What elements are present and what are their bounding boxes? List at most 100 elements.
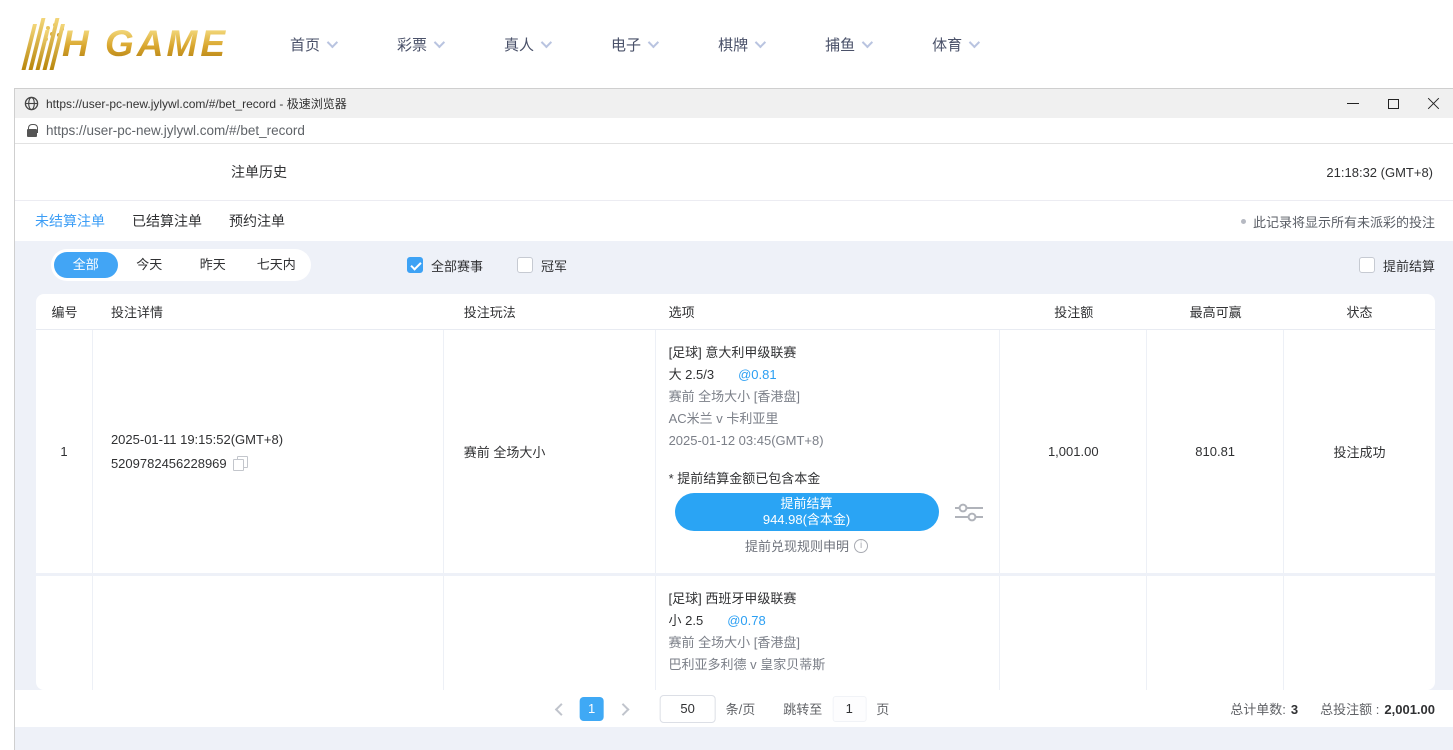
tabs-row: 未结算注单 已结算注单 预约注单 此记录将显示所有未派彩的投注 <box>15 201 1453 241</box>
row-number: 1 <box>36 330 93 573</box>
range-today-button[interactable]: 今天 <box>118 252 182 278</box>
chevron-down-icon <box>648 37 659 48</box>
info-icon[interactable] <box>854 539 868 553</box>
nav-item-home[interactable]: 首页 <box>290 34 335 55</box>
minimize-button[interactable] <box>1333 89 1373 118</box>
footer-bar: 1 条/页 跳转至 页 总计单数: 3 总投注额 :2,001.00 <box>15 690 1453 727</box>
col-number: 编号 <box>36 302 93 321</box>
match-teams: 巴利亚多利德 v 皇家贝蒂斯 <box>669 654 1000 676</box>
selection: 小 2.5 <box>669 613 704 628</box>
selection-line: 大 2.5/3 @0.81 <box>669 364 1000 386</box>
champion-checkbox[interactable]: 冠军 <box>517 256 567 275</box>
browser-urlbar[interactable]: https://user-pc-new.jylywl.com/#/bet_rec… <box>15 118 1453 144</box>
col-amount: 投注额 <box>1000 302 1147 321</box>
market-type: 赛前 全场大小 [香港盘] <box>669 632 1000 654</box>
status-badge: 投注成功 <box>1284 330 1435 573</box>
cashout-rule-link[interactable]: 提前兑现规则申明 <box>669 536 945 555</box>
window-title: https://user-pc-new.jylywl.com/#/bet_rec… <box>46 95 347 112</box>
row-number <box>36 576 93 690</box>
table-row: [足球] 西班牙甲级联赛 小 2.5@0.78 赛前 全场大小 [香港盘] 巴利… <box>36 573 1435 690</box>
cashout-rule-text: 提前兑现规则申明 <box>745 536 849 555</box>
prev-page-button[interactable] <box>552 701 568 717</box>
main-nav: 首页 彩票 真人 电子 棋牌 捕鱼 体育 <box>290 34 977 55</box>
summary-totals: 总计单数: 3 总投注额 :2,001.00 <box>1230 699 1435 718</box>
match-teams: AC米兰 v 卡利亚里 <box>669 408 1000 430</box>
play-type-cell: 赛前 全场大小 <box>444 330 656 573</box>
nav-item-slots[interactable]: 电子 <box>611 34 656 55</box>
pagination: 1 条/页 跳转至 页 <box>552 695 890 723</box>
range-all-button[interactable]: 全部 <box>54 252 118 278</box>
nav-label: 捕鱼 <box>825 34 855 55</box>
nav-label: 真人 <box>504 34 534 55</box>
chevron-down-icon <box>862 37 873 48</box>
league-name: [足球] 西班牙甲级联赛 <box>669 588 1000 610</box>
total-count-label: 总计单数: <box>1230 702 1286 717</box>
max-win: 810.81 <box>1147 330 1284 573</box>
cashout-controls: 提前结算 944.98(含本金) <box>669 493 1000 531</box>
col-max-win: 最高可赢 <box>1147 302 1284 321</box>
total-count: 总计单数: 3 <box>1230 699 1298 718</box>
date-range-group: 全部 今天 昨天 七天内 <box>51 249 311 281</box>
nav-item-sports[interactable]: 体育 <box>932 34 977 55</box>
page-title: 注单历史 <box>231 162 287 182</box>
checkbox-unchecked-icon <box>517 257 533 273</box>
cashout-button[interactable]: 提前结算 944.98(含本金) <box>675 493 939 531</box>
nav-label: 棋牌 <box>718 34 748 55</box>
nav-item-chess[interactable]: 棋牌 <box>718 34 763 55</box>
nav-item-fishing[interactable]: 捕鱼 <box>825 34 870 55</box>
status-badge <box>1284 576 1435 690</box>
lock-icon <box>27 124 37 137</box>
site-logo[interactable]: H GAME <box>28 18 228 70</box>
content-band: 全部 今天 昨天 七天内 全部赛事 冠军 <box>15 241 1453 750</box>
all-events-checkbox[interactable]: 全部赛事 <box>407 256 483 275</box>
page-unit-label: 页 <box>876 699 889 718</box>
range-yesterday-button[interactable]: 昨天 <box>181 252 245 278</box>
page-size-input[interactable] <box>660 695 716 723</box>
current-page-button[interactable]: 1 <box>580 697 604 721</box>
bet-detail-cell <box>93 576 444 690</box>
bet-id-line: 5209782456228969 <box>111 456 443 471</box>
tab-reserved[interactable]: 预约注单 <box>229 211 285 231</box>
cashout-button-label: 提前结算 <box>675 496 939 512</box>
option-cell: [足球] 意大利甲级联赛 大 2.5/3@0.81 赛前 全场大小 [香港盘] … <box>656 330 1001 573</box>
close-button[interactable] <box>1413 89 1453 118</box>
tab-settled[interactable]: 已结算注单 <box>132 211 202 231</box>
market-type: 赛前 全场大小 [香港盘] <box>669 386 1000 408</box>
bet-record-page: 注单历史 21:18:32 (GMT+8) 未结算注单 已结算注单 预约注单 此… <box>15 144 1453 750</box>
site-header: H GAME 首页 彩票 真人 电子 棋牌 捕鱼 体育 <box>0 0 1453 88</box>
bet-table: 编号 投注详情 投注玩法 选项 投注额 最高可赢 状态 1 2025-01-11… <box>36 294 1435 690</box>
logo-text: H GAME <box>62 23 228 65</box>
early-settle-checkbox[interactable]: 提前结算 <box>1359 256 1435 275</box>
total-amount: 总投注额 :2,001.00 <box>1320 699 1435 718</box>
chevron-down-icon <box>327 37 338 48</box>
maximize-button[interactable] <box>1373 89 1413 118</box>
copy-icon[interactable] <box>233 456 248 471</box>
range-7days-button[interactable]: 七天内 <box>245 252 309 278</box>
sliders-icon[interactable] <box>953 500 985 524</box>
col-play-type: 投注玩法 <box>444 302 656 321</box>
jump-to-label: 跳转至 <box>783 699 822 718</box>
bet-amount: 1,001.00 <box>1000 330 1147 573</box>
browser-titlebar[interactable]: https://user-pc-new.jylywl.com/#/bet_rec… <box>15 89 1453 118</box>
league-name: [足球] 意大利甲级联赛 <box>669 342 1000 364</box>
nav-label: 彩票 <box>397 34 427 55</box>
odds-value: @0.81 <box>738 367 777 382</box>
selection: 大 2.5/3 <box>669 367 715 382</box>
checkbox-checked-icon <box>407 257 423 273</box>
record-note: 此记录将显示所有未派彩的投注 <box>1241 212 1435 231</box>
checkbox-unchecked-icon <box>1359 257 1375 273</box>
jump-page-input[interactable] <box>832 696 866 722</box>
cashout-note: * 提前结算金额已包含本金 <box>669 469 1000 489</box>
max-win <box>1147 576 1284 690</box>
total-count-value: 3 <box>1291 702 1298 717</box>
nav-item-live[interactable]: 真人 <box>504 34 549 55</box>
next-page-button[interactable] <box>616 701 632 717</box>
nav-item-lottery[interactable]: 彩票 <box>397 34 442 55</box>
filter-row: 全部 今天 昨天 七天内 全部赛事 冠军 <box>51 248 1435 282</box>
col-status: 状态 <box>1284 302 1435 321</box>
url-text[interactable]: https://user-pc-new.jylywl.com/#/bet_rec… <box>46 123 305 138</box>
chevron-down-icon <box>755 37 766 48</box>
selection-line: 小 2.5@0.78 <box>669 610 1000 632</box>
bet-time: 2025-01-11 19:15:52(GMT+8) <box>111 432 443 447</box>
tab-unsettled[interactable]: 未结算注单 <box>35 211 105 231</box>
